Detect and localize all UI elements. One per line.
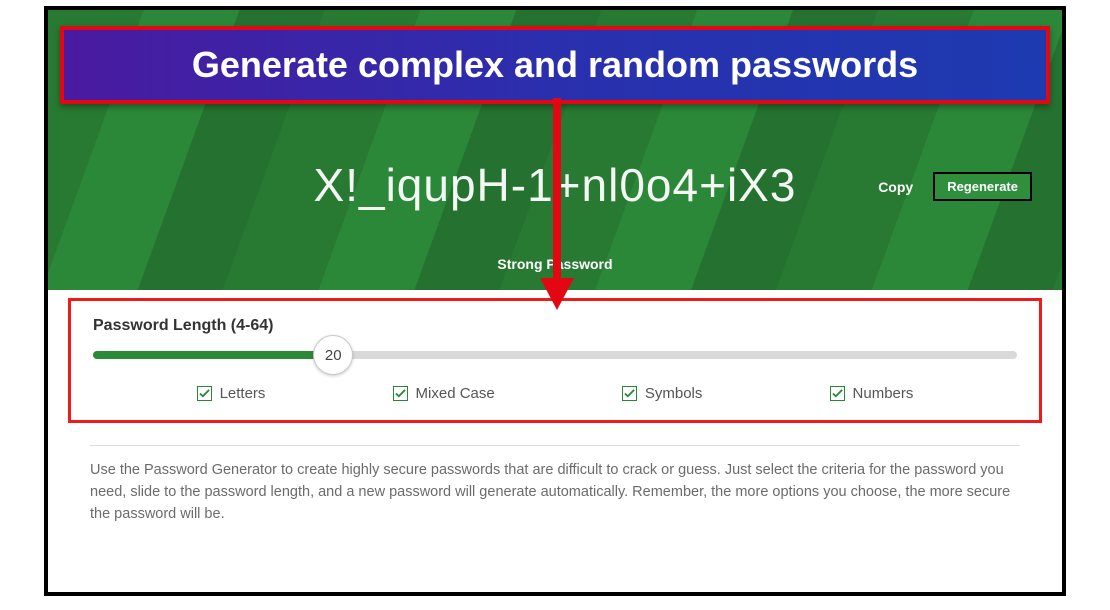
options-panel: Password Length (4-64) 20 Letters Mixed …	[68, 298, 1042, 423]
strength-label: Strong Password	[48, 256, 1062, 272]
slider-fill	[93, 351, 333, 359]
check-icon	[197, 386, 212, 401]
checkbox-label: Numbers	[853, 385, 914, 402]
description-text: Use the Password Generator to create hig…	[90, 460, 1020, 525]
check-icon	[830, 386, 845, 401]
regenerate-button[interactable]: Regenerate	[933, 172, 1032, 201]
checkbox-numbers[interactable]: Numbers	[830, 385, 914, 402]
length-label: Password Length (4-64)	[93, 317, 1017, 335]
annotation-callout: Generate complex and random passwords	[60, 26, 1050, 104]
copy-button[interactable]: Copy	[878, 179, 913, 195]
checkbox-label: Letters	[220, 385, 266, 402]
check-icon	[393, 386, 408, 401]
length-slider[interactable]: 20	[93, 351, 1017, 359]
checkbox-symbols[interactable]: Symbols	[622, 385, 703, 402]
checkbox-label: Mixed Case	[416, 385, 495, 402]
slider-handle[interactable]: 20	[313, 335, 353, 375]
checkbox-label: Symbols	[645, 385, 703, 402]
checkbox-letters[interactable]: Letters	[197, 385, 266, 402]
hero-actions: Copy Regenerate	[878, 172, 1032, 201]
checkbox-mixed-case[interactable]: Mixed Case	[393, 385, 495, 402]
divider	[90, 445, 1020, 446]
options-row: Letters Mixed Case Symbols Numbers	[93, 385, 1017, 402]
check-icon	[622, 386, 637, 401]
